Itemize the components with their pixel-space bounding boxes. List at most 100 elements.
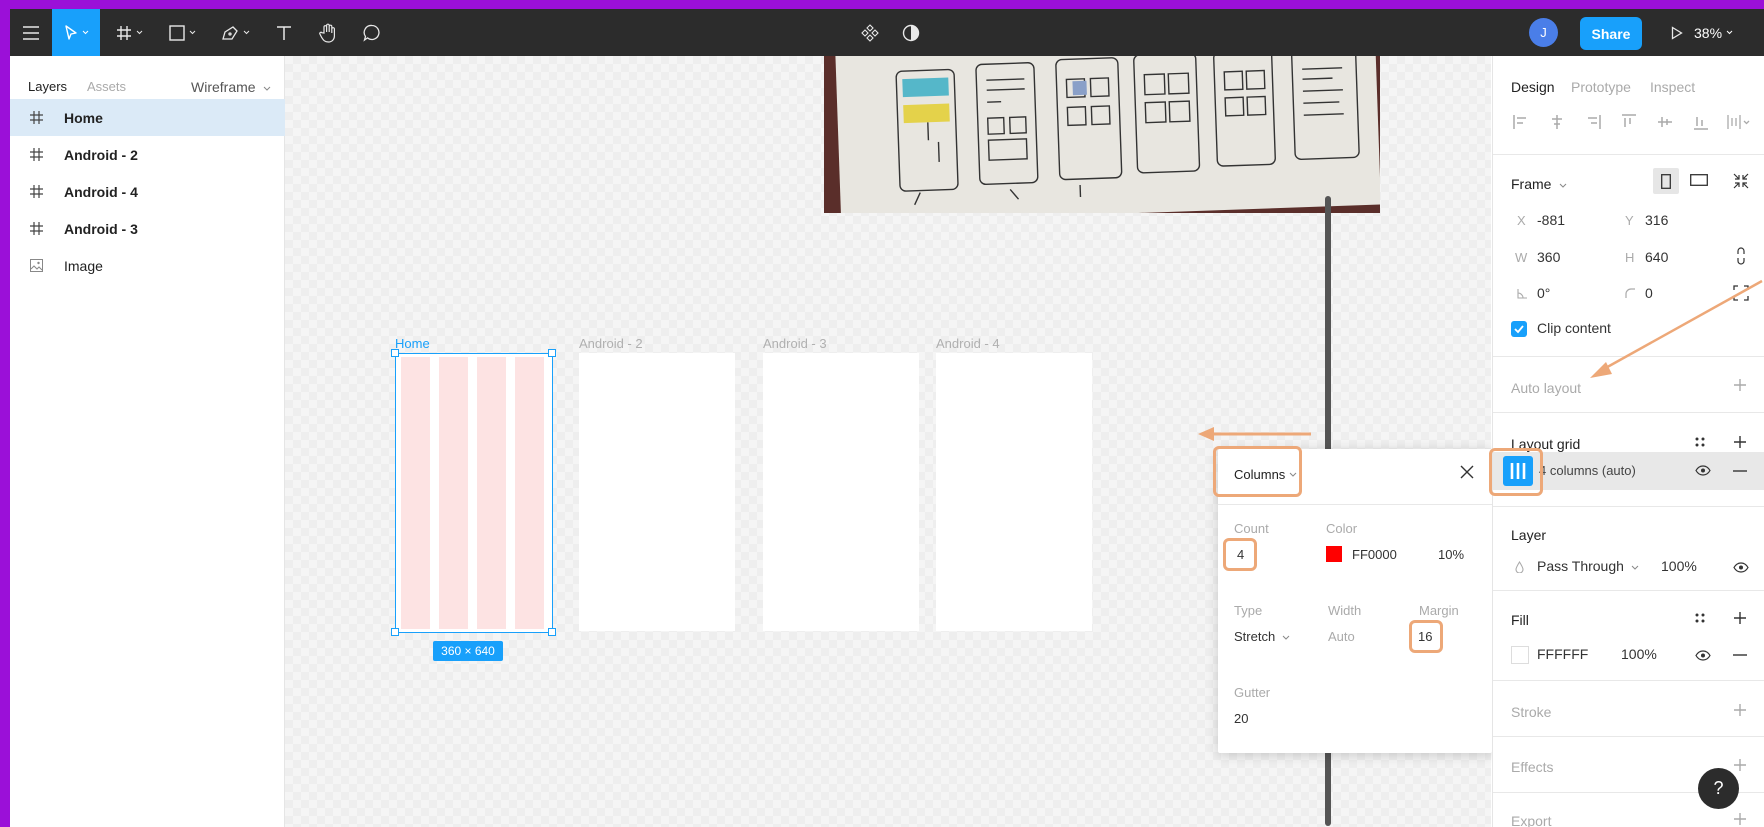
portrait-icon[interactable] <box>1653 168 1679 194</box>
frame-hash-icon <box>116 25 131 40</box>
add-effect-icon[interactable] <box>1733 758 1747 772</box>
text-tool[interactable] <box>264 9 304 56</box>
divider <box>1493 680 1764 681</box>
count-input[interactable]: 4 <box>1237 547 1244 562</box>
clip-content-checkbox[interactable] <box>1511 321 1527 337</box>
align-bottom-icon[interactable] <box>1693 114 1709 130</box>
fill-styles-icon[interactable] <box>1694 612 1706 624</box>
grid-color-opacity[interactable]: 10% <box>1438 547 1464 562</box>
corner-radius-icon <box>1625 288 1635 298</box>
remove-icon[interactable] <box>1733 470 1747 472</box>
grid-styles-icon[interactable] <box>1694 436 1706 448</box>
type-select[interactable]: Stretch <box>1234 629 1290 644</box>
grid-column <box>439 357 468 629</box>
divider <box>1493 356 1764 357</box>
resize-handle[interactable] <box>548 628 556 636</box>
align-left-icon[interactable] <box>1513 114 1529 130</box>
width-input[interactable]: Auto <box>1328 629 1355 644</box>
add-stroke-icon[interactable] <box>1733 703 1747 717</box>
grid-color-hex[interactable]: FF0000 <box>1352 547 1397 562</box>
y-input[interactable]: 316 <box>1645 212 1668 228</box>
android-3-frame[interactable] <box>763 353 919 631</box>
play-icon[interactable] <box>1665 9 1689 56</box>
home-frame[interactable] <box>395 353 553 633</box>
zoom-menu[interactable]: 38% <box>1694 9 1733 56</box>
resize-handle[interactable] <box>548 349 556 357</box>
hand-tool[interactable] <box>308 9 348 56</box>
android-2-frame[interactable] <box>579 353 735 631</box>
pen-tool[interactable] <box>211 9 259 56</box>
tab-inspect[interactable]: Inspect <box>1650 79 1695 95</box>
remove-fill-icon[interactable] <box>1733 654 1747 656</box>
radius-input[interactable]: 0 <box>1645 285 1653 301</box>
grid-color-swatch[interactable] <box>1326 546 1342 562</box>
avatar[interactable]: J <box>1529 18 1558 47</box>
help-button[interactable]: ? <box>1698 768 1739 809</box>
add-layout-grid-icon[interactable] <box>1733 435 1747 449</box>
constrain-proportions-icon[interactable] <box>1736 247 1746 265</box>
w-input[interactable]: 360 <box>1537 249 1560 265</box>
layers-panel: Layers Assets Wireframe Home Android - 2… <box>10 56 285 827</box>
fill-color-swatch[interactable] <box>1511 646 1529 664</box>
align-right-icon[interactable] <box>1585 114 1601 130</box>
frame-hash-icon <box>30 185 46 198</box>
comment-tool[interactable] <box>352 9 392 56</box>
gutter-input[interactable]: 20 <box>1234 711 1248 726</box>
layer-item-image[interactable]: Image <box>10 247 285 284</box>
move-tool[interactable] <box>52 9 100 56</box>
frame-label-android-2[interactable]: Android - 2 <box>579 336 643 351</box>
add-auto-layout-icon[interactable] <box>1733 378 1747 392</box>
resize-handle[interactable] <box>391 349 399 357</box>
tab-design[interactable]: Design <box>1511 79 1555 95</box>
distribute-icon[interactable] <box>1727 114 1751 130</box>
frame-label-android-3[interactable]: Android - 3 <box>763 336 827 351</box>
frame-section-title[interactable]: Frame <box>1511 176 1567 192</box>
eye-icon[interactable] <box>1695 465 1711 476</box>
chevron-down-icon <box>189 30 195 35</box>
grid-type-label: Columns <box>1234 466 1286 482</box>
align-center-v-icon[interactable] <box>1657 114 1673 130</box>
hamburger-icon[interactable] <box>10 9 52 56</box>
layer-item-android-3[interactable]: Android - 3 <box>10 210 285 247</box>
tab-layers[interactable]: Layers <box>28 79 67 94</box>
align-center-h-icon[interactable] <box>1549 114 1565 130</box>
share-button[interactable]: Share <box>1580 17 1642 50</box>
export-title: Export <box>1511 813 1552 827</box>
blend-mode-select[interactable]: Pass Through <box>1537 558 1639 574</box>
frame-label-android-4[interactable]: Android - 4 <box>936 336 1000 351</box>
layer-item-android-2[interactable]: Android - 2 <box>10 136 285 173</box>
shape-tool[interactable] <box>158 9 206 56</box>
fill-opacity-input[interactable]: 100% <box>1621 646 1657 662</box>
divider <box>1493 736 1764 737</box>
android-4-frame[interactable] <box>936 353 1092 631</box>
tab-assets[interactable]: Assets <box>87 79 126 94</box>
add-export-icon[interactable] <box>1733 812 1747 826</box>
frame-tool[interactable] <box>105 9 153 56</box>
layer-item-home[interactable]: Home <box>10 99 285 136</box>
frame-label-home[interactable]: Home <box>395 336 430 351</box>
eye-icon[interactable] <box>1733 562 1749 573</box>
independent-corners-icon[interactable] <box>1733 285 1749 301</box>
layer-label: Android - 4 <box>64 183 138 200</box>
h-input[interactable]: 640 <box>1645 249 1668 265</box>
layer-opacity-input[interactable]: 100% <box>1661 558 1697 574</box>
tab-prototype[interactable]: Prototype <box>1571 79 1631 95</box>
frame-hash-icon <box>30 111 46 124</box>
grid-type-select[interactable]: Columns <box>1234 449 1297 499</box>
margin-input[interactable]: 16 <box>1418 629 1432 644</box>
resize-to-fit-icon[interactable] <box>1733 173 1749 189</box>
fill-hex-input[interactable]: FFFFFF <box>1537 646 1588 662</box>
eye-icon[interactable] <box>1695 650 1711 661</box>
contrast-icon[interactable] <box>896 9 926 56</box>
x-input[interactable]: -881 <box>1537 212 1565 228</box>
page-selector[interactable]: Wireframe <box>191 79 271 95</box>
add-fill-icon[interactable] <box>1733 611 1747 625</box>
resize-handle[interactable] <box>391 628 399 636</box>
landscape-icon[interactable] <box>1690 174 1708 186</box>
components-icon[interactable] <box>855 9 885 56</box>
close-icon[interactable] <box>1460 465 1474 482</box>
sketch-image[interactable] <box>824 56 1380 213</box>
rotation-input[interactable]: 0° <box>1537 285 1550 301</box>
layer-item-android-4[interactable]: Android - 4 <box>10 173 285 210</box>
align-top-icon[interactable] <box>1621 114 1637 130</box>
